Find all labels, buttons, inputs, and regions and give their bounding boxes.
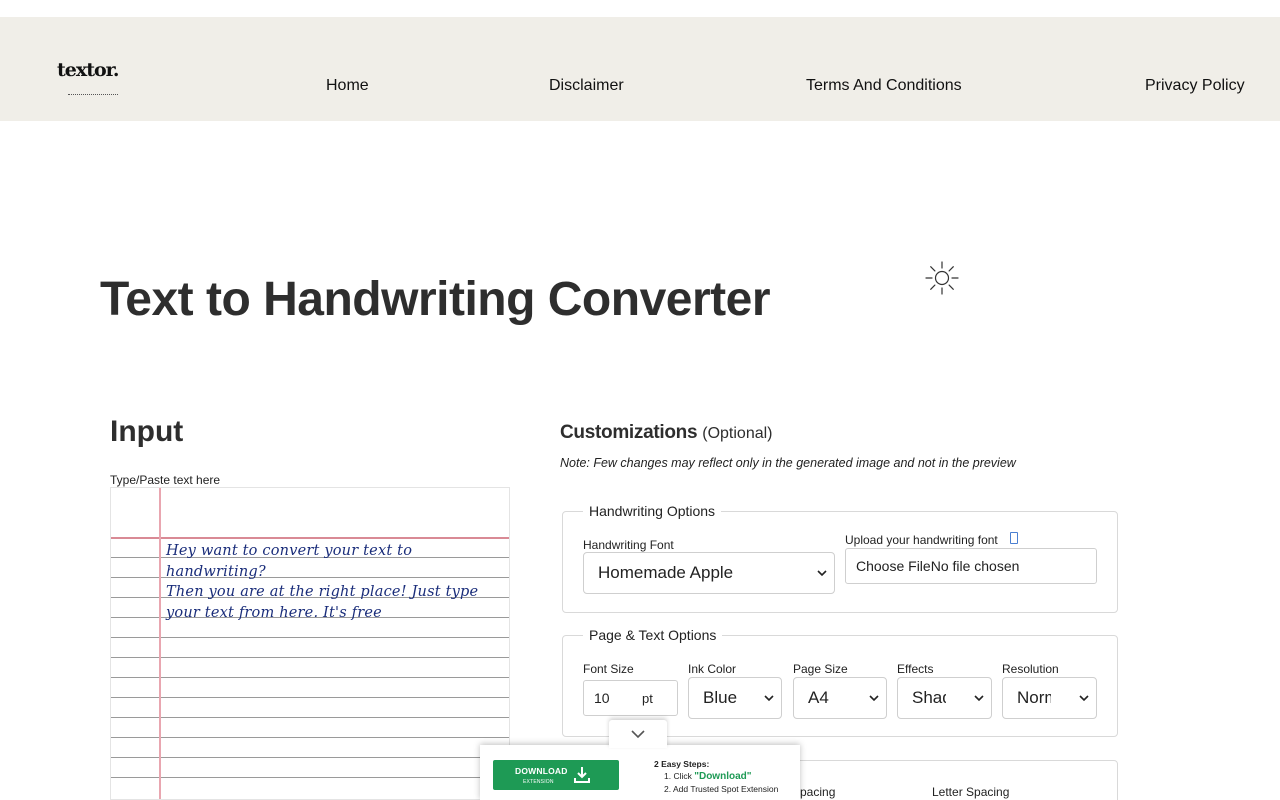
page-size-value: A4 [808,688,829,707]
download-extension-ad: DOWNLOAD EXTENSION 2 Easy Steps: 1. Clic… [480,745,800,800]
text-line: your text from here. It's free [166,604,382,621]
top-strip [0,0,1280,17]
ad-collapse-tab[interactable] [609,720,667,748]
resolution-value: Normal [1017,688,1051,707]
chevron-down-icon [631,730,645,739]
nav-disclaimer[interactable]: Disclaimer [549,77,624,95]
font-size-label: Font Size [583,662,634,676]
page-text-options-legend: Page & Text Options [589,627,717,643]
logo[interactable]: textor. [57,59,120,81]
chevron-down-icon [764,695,774,702]
word-spacing-label: pacing [800,785,836,799]
customizations-heading: Customizations (Optional) [560,422,773,444]
text-line: Hey want to convert your text to handwri… [166,543,413,580]
download-extension-button[interactable]: DOWNLOAD EXTENSION [493,760,619,790]
font-size-input[interactable]: 10 pt [583,680,678,716]
ad-steps-heading: 2 Easy Steps: [654,759,710,769]
nav-terms[interactable]: Terms And Conditions [806,77,962,95]
handwriting-font-select[interactable]: Homemade Apple [583,552,835,594]
text-input-paper[interactable]: Hey want to convert your text to handwri… [110,487,510,800]
effects-select[interactable]: Shadows [897,677,992,719]
ink-color-label: Ink Color [688,662,737,676]
customizations-title: Customizations [560,422,698,443]
download-button-label: DOWNLOAD [515,766,568,776]
chevron-down-icon [869,695,879,702]
info-icon[interactable] [1010,532,1018,544]
download-icon [574,767,590,783]
ink-color-select[interactable]: Blue [688,677,782,719]
nav-home[interactable]: Home [326,77,369,95]
handwriting-options-legend: Handwriting Options [589,503,716,519]
ink-color-value: Blue [703,688,738,707]
ad-step-1-highlight: "Download" [694,771,752,782]
text-line: Then you are at the right place! Just ty… [166,584,479,600]
page-size-select[interactable]: A4 [793,677,887,719]
download-button-sub: EXTENSION [523,779,554,785]
paper-margin-line [159,488,161,799]
logo-tagline [68,94,118,96]
page-size-label: Page Size [793,662,848,676]
navbar: textor. Home Disclaimer Terms And Condit… [0,17,1280,121]
nav-privacy[interactable]: Privacy Policy [1145,77,1245,95]
chevron-down-icon [974,695,984,702]
handwriting-font-label: Handwriting Font [583,538,674,552]
chevron-down-icon [817,570,827,577]
effects-value: Shadows [912,688,946,707]
upload-font-label: Upload your handwriting font [845,533,998,547]
handwriting-text[interactable]: Hey want to convert your text to handwri… [166,541,509,623]
handwriting-font-value: Homemade Apple [598,563,734,582]
customizations-note: Note: Few changes may reflect only in th… [560,456,1016,470]
input-heading: Input [110,415,184,448]
chevron-down-icon [1079,695,1089,702]
page-title: Text to Handwriting Converter [100,273,771,326]
input-label: Type/Paste text here [110,473,221,487]
upload-font-input[interactable]: Choose FileNo file chosen [845,548,1097,584]
letter-spacing-label: Letter Spacing [932,785,1010,799]
paper-top-line [111,537,509,539]
ad-steps: 2 Easy Steps: 1. Click "Download" 2. Add… [654,758,778,795]
font-size-unit: pt [642,691,653,706]
effects-label: Effects [897,662,934,676]
resolution-label: Resolution [1002,662,1059,676]
ad-step-2: 2. Add Trusted Spot Extension [664,784,779,794]
resolution-select[interactable]: Normal [1002,677,1097,719]
sun-icon[interactable] [924,260,960,296]
ad-step-1: 1. Click "Download" [654,770,778,783]
ad-step-1-prefix: 1. Click [664,771,695,781]
font-size-value: 10 [594,690,610,706]
paper-header [111,488,509,537]
customizations-optional: (Optional) [702,425,773,442]
